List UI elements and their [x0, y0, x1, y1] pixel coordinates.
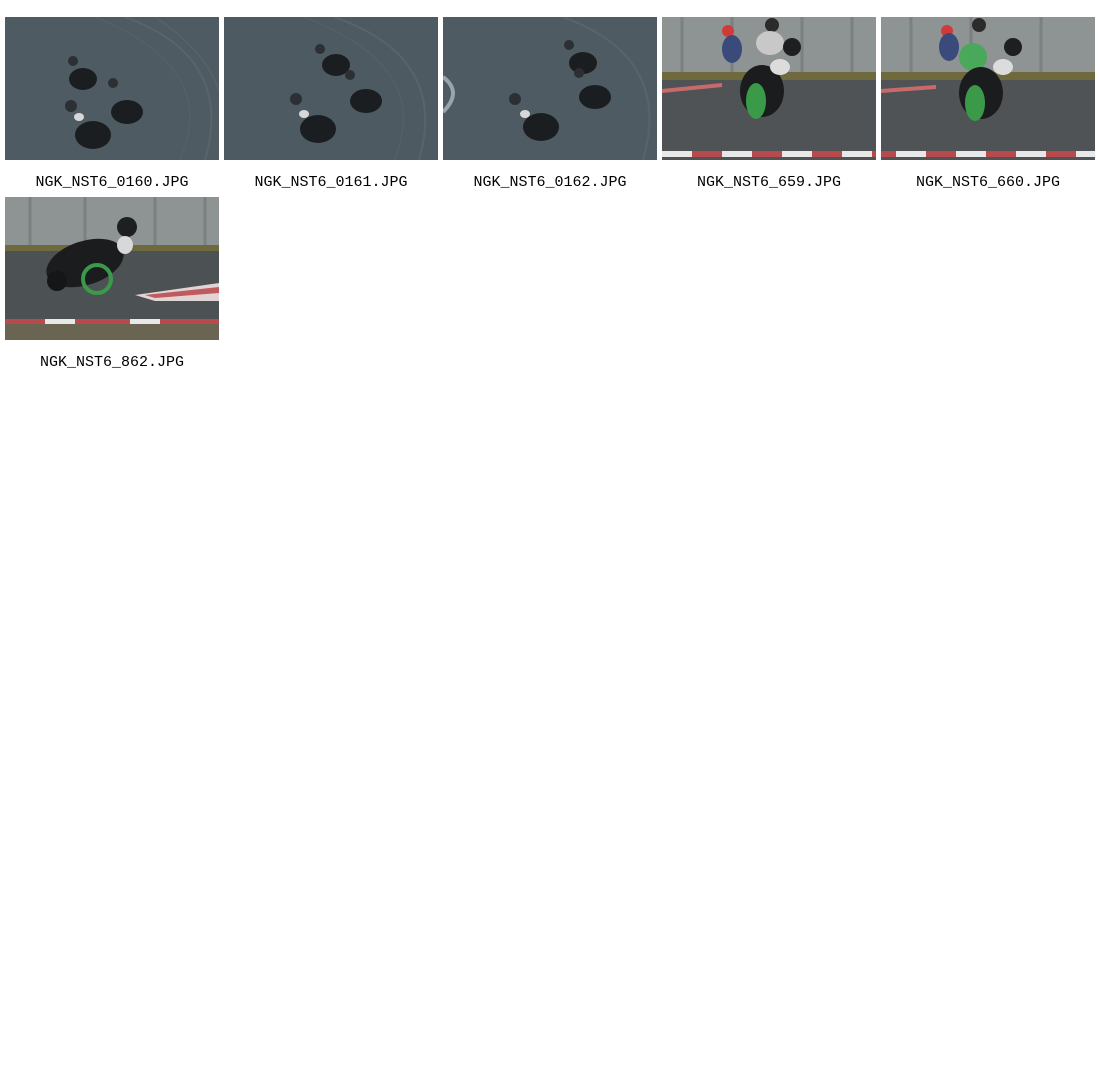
photo-filename[interactable]: NGK_NST6_660.JPG	[881, 174, 1095, 191]
photo-filename[interactable]: NGK_NST6_0161.JPG	[224, 174, 438, 191]
photo-thumbnail[interactable]	[5, 17, 219, 160]
photo-rain-pack-3	[5, 17, 219, 160]
photo-rain-pack-3	[443, 17, 657, 160]
photo-thumbnail[interactable]	[881, 17, 1095, 160]
photo-rain-lean-single	[5, 197, 219, 340]
gallery-item[interactable]: NGK_NST6_862.JPG	[5, 197, 219, 377]
photo-rain-front-pair	[662, 17, 876, 160]
thumbnail-gallery: NGK_NST6_0160.JPG NGK_NST6_0161.JPG NGK_…	[5, 17, 1097, 377]
photo-filename[interactable]: NGK_NST6_659.JPG	[662, 174, 876, 191]
gallery-item[interactable]: NGK_NST6_659.JPG	[662, 17, 876, 197]
gallery-item[interactable]: NGK_NST6_0162.JPG	[443, 17, 657, 197]
gallery-item[interactable]: NGK_NST6_0160.JPG	[5, 17, 219, 197]
photo-thumbnail[interactable]	[5, 197, 219, 340]
photo-rain-front-pair	[881, 17, 1095, 160]
photo-rain-pack-3	[224, 17, 438, 160]
photo-filename[interactable]: NGK_NST6_0160.JPG	[5, 174, 219, 191]
photo-filename[interactable]: NGK_NST6_862.JPG	[5, 354, 219, 371]
photo-filename[interactable]: NGK_NST6_0162.JPG	[443, 174, 657, 191]
photo-thumbnail[interactable]	[662, 17, 876, 160]
photo-thumbnail[interactable]	[224, 17, 438, 160]
gallery-item[interactable]: NGK_NST6_0161.JPG	[224, 17, 438, 197]
gallery-item[interactable]: NGK_NST6_660.JPG	[881, 17, 1095, 197]
photo-thumbnail[interactable]	[443, 17, 657, 160]
